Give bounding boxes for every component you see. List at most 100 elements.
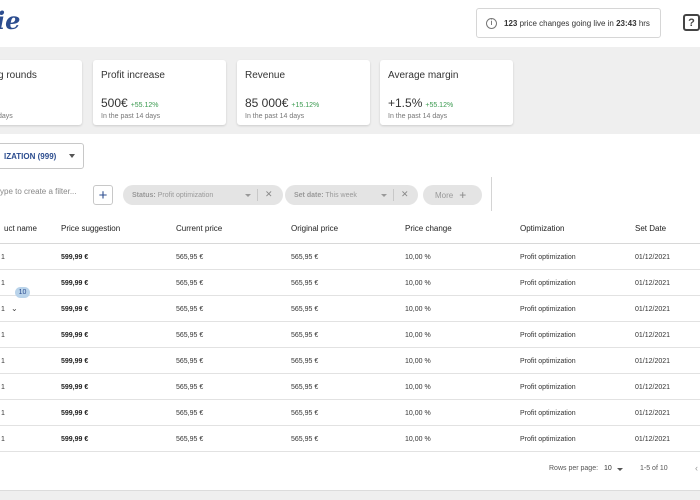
table-row[interactable]: 1 599,99 € 565,95 € 565,95 € 10,00 % Pro…	[0, 374, 700, 400]
kpi-delta: +55.12%	[130, 102, 159, 109]
table-header: uct name Price suggestion Current price …	[0, 215, 700, 244]
cell-original-price: 565,95 €	[291, 436, 319, 443]
filter-input[interactable]: ype to create a filter...	[0, 187, 76, 196]
add-filter-button[interactable]: +	[93, 185, 113, 205]
optimization-select-value: IZATION (999)	[4, 151, 57, 161]
cell-current-price: 565,95 €	[176, 384, 204, 391]
cell-set-date: 01/12/2021	[635, 358, 671, 365]
cell-current-price: 565,95 €	[176, 436, 204, 443]
filter-chip-value: Profit optimization	[157, 191, 214, 199]
cell-original-price: 565,95 €	[291, 306, 319, 313]
cell-product-name: 1	[1, 410, 5, 417]
close-icon[interactable]: ✕	[401, 189, 409, 200]
kpi-subtitle: In the past 14 days	[388, 113, 448, 120]
rows-per-page-label: Rows per page:	[549, 465, 599, 472]
column-header-original-price[interactable]: Original price	[291, 224, 338, 233]
cell-optimization: Profit optimization	[520, 332, 576, 339]
plus-icon: +	[459, 188, 467, 202]
info-icon: i	[486, 17, 497, 29]
column-header-price-suggestion[interactable]: Price suggestion	[61, 224, 120, 233]
cell-current-price: 565,95 €	[176, 410, 204, 417]
cell-current-price: 565,95 €	[176, 332, 204, 339]
cell-product-name: 1	[1, 384, 5, 391]
column-header-product-name[interactable]: uct name	[4, 224, 37, 233]
help-icon[interactable]: ?	[683, 14, 700, 31]
cell-optimization: Profit optimization	[520, 254, 576, 261]
notice-unit: hrs	[638, 18, 650, 28]
cell-price-change: 10,00 %	[405, 280, 431, 287]
app-logo[interactable]: ie	[0, 6, 20, 35]
cell-optimization: Profit optimization	[520, 410, 576, 417]
cell-original-price: 565,95 €	[291, 254, 319, 261]
cell-product-name: 1	[1, 358, 5, 365]
cell-price-suggestion: 599,99 €	[61, 280, 89, 287]
rows-per-page-select[interactable]: 10	[604, 465, 612, 472]
caret-down-icon[interactable]	[245, 194, 251, 197]
filter-chip-set-date[interactable]: Set date: This week ✕	[285, 185, 418, 205]
kpi-value: +1.5% +55.12%	[388, 96, 453, 110]
cell-price-suggestion: 599,99 €	[61, 332, 89, 339]
cell-price-change: 10,00 %	[405, 254, 431, 261]
cell-set-date: 01/12/2021	[635, 306, 671, 313]
kpi-value-number: 85 000€	[245, 96, 289, 110]
kpi-subtitle: In the past 14 days	[101, 113, 161, 120]
cell-set-date: 01/12/2021	[635, 280, 671, 287]
kpi-value: 85 000€ +15.12%	[245, 96, 319, 110]
divider	[491, 177, 492, 211]
notice-text: 123 price changes going live in 23:43 hr…	[504, 19, 650, 28]
column-header-current-price[interactable]: Current price	[176, 224, 222, 233]
chevron-left-icon[interactable]: ‹	[695, 463, 698, 473]
page-range: 1-5 of 10	[640, 465, 668, 472]
chevron-down-icon[interactable]: ⌄	[11, 304, 18, 313]
cell-price-change: 10,00 %	[405, 436, 431, 443]
cell-original-price: 565,95 €	[291, 358, 319, 365]
filter-chip-status[interactable]: Status: Profit optimization ✕	[123, 185, 283, 205]
caret-down-icon[interactable]	[381, 194, 387, 197]
column-header-price-change[interactable]: Price change	[405, 224, 452, 233]
filter-chip-key: Status:	[132, 191, 156, 199]
cell-set-date: 01/12/2021	[635, 410, 671, 417]
table-row[interactable]: 1 599,99 € 565,95 € 565,95 € 10,00 % Pro…	[0, 400, 700, 426]
filter-chip-value: This week	[325, 191, 357, 199]
filter-bar: ype to create a filter... + Status: Prof…	[0, 177, 700, 211]
column-header-optimization[interactable]: Optimization	[520, 224, 564, 233]
optimization-select[interactable]: IZATION (999)	[0, 143, 84, 169]
filter-chip-label: Set date: This week	[285, 192, 357, 199]
chip-divider	[393, 189, 394, 201]
kpi-title: Revenue	[245, 70, 286, 81]
table-row-grouped[interactable]: 1 ⌄ 10 599,99 € 565,95 € 565,95 € 10,00 …	[0, 287, 700, 322]
filter-chip-label: Status: Profit optimization	[123, 192, 213, 199]
cell-set-date: 01/12/2021	[635, 384, 671, 391]
cell-product-name: 1	[1, 306, 5, 313]
table-row[interactable]: 1 599,99 € 565,95 € 565,95 € 10,00 % Pro…	[0, 244, 700, 270]
group-count-badge: 10	[15, 287, 30, 298]
cell-current-price: 565,95 €	[176, 358, 204, 365]
cell-set-date: 01/12/2021	[635, 332, 671, 339]
table-row[interactable]: 1 599,99 € 565,95 € 565,95 € 10,00 % Pro…	[0, 322, 700, 348]
pending-changes-notice: i 123 price changes going live in 23:43 …	[476, 8, 661, 38]
cell-price-suggestion: 599,99 €	[61, 358, 89, 365]
column-header-set-date[interactable]: Set Date	[635, 224, 666, 233]
table-row[interactable]: 1 599,99 € 565,95 € 565,95 € 10,00 % Pro…	[0, 348, 700, 374]
kpi-band: g rounds days Profit increase 500€+55.12…	[0, 47, 700, 134]
cell-price-suggestion: 599,99 €	[61, 384, 89, 391]
table-row[interactable]: 1 599,99 € 565,95 € 565,95 € 10,00 % Pro…	[0, 426, 700, 452]
table-row[interactable]: 1 599,99 € 565,95 € 565,95 € 10,00 % Pro…	[0, 270, 700, 296]
more-filters-button[interactable]: More +	[423, 185, 482, 205]
top-bar: ie i 123 price changes going live in 23:…	[0, 0, 700, 47]
kpi-delta: +55.12%	[425, 102, 454, 109]
cell-optimization: Profit optimization	[520, 358, 576, 365]
cell-original-price: 565,95 €	[291, 384, 319, 391]
close-icon[interactable]: ✕	[265, 189, 273, 200]
caret-down-icon[interactable]	[617, 468, 623, 471]
filter-chip-key: Set date:	[294, 191, 324, 199]
cell-current-price: 565,95 €	[176, 280, 204, 287]
notice-time: 23:43	[616, 18, 637, 28]
notice-message: price changes going live in	[519, 18, 614, 28]
cell-optimization: Profit optimization	[520, 280, 576, 287]
cell-set-date: 01/12/2021	[635, 254, 671, 261]
cell-optimization: Profit optimization	[520, 436, 576, 443]
cell-original-price: 565,95 €	[291, 280, 319, 287]
kpi-value-number: 500€	[101, 96, 128, 110]
cell-product-name: 1	[1, 254, 5, 261]
